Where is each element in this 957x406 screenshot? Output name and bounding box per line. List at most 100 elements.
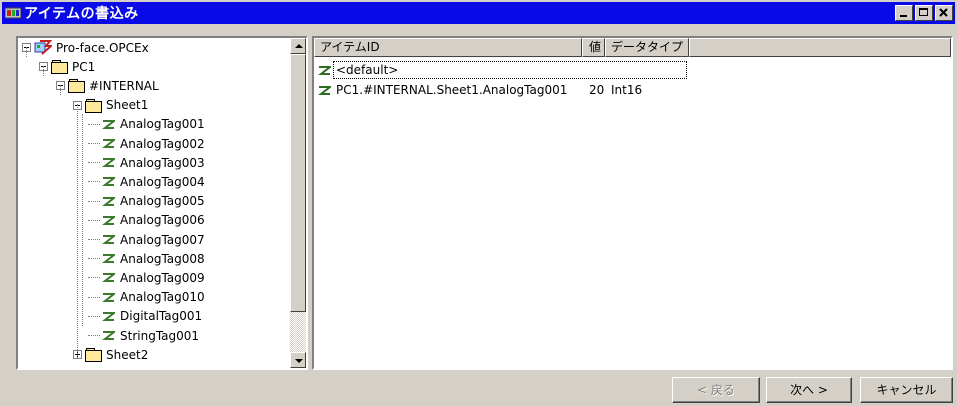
tag-icon [102, 311, 115, 321]
tree-connector [88, 315, 100, 317]
next-button[interactable]: 次へ > [766, 377, 852, 403]
tree-item[interactable]: Pro-face.OPCEx [22, 38, 149, 57]
write-items-dialog: アイテムの書込み Pro-face.OPCEx PC1 #INTERNAL Sheet… [0, 0, 957, 406]
minimize-icon [900, 15, 907, 17]
tag-icon [102, 215, 115, 225]
tree-item-label: AnalogTag003 [120, 155, 205, 170]
tree-scrollbar[interactable] [290, 38, 306, 368]
tree-connector [88, 219, 100, 221]
list-row[interactable]: <default> [318, 61, 398, 79]
folder-icon [68, 79, 85, 94]
tree-guide-line [60, 85, 61, 95]
tree-connector [88, 296, 100, 298]
tree-item-label: DigitalTag001 [120, 309, 203, 324]
tree-connector [88, 277, 100, 279]
tag-icon [102, 119, 115, 129]
tree-connector [88, 239, 100, 240]
tree-item-label: Sheet1 [106, 98, 149, 113]
column-header-data-type[interactable]: データタイプ [605, 38, 689, 57]
tree-item[interactable]: Sheet1 [73, 96, 148, 115]
tree-item-label: AnalogTag008 [120, 251, 205, 266]
scroll-down-button[interactable] [290, 352, 306, 368]
tree-guide-line [26, 47, 27, 57]
item-data-type: Int16 [611, 83, 643, 97]
tree-item-label: #INTERNAL [89, 78, 159, 93]
tree-item[interactable]: AnalogTag007 [88, 230, 205, 249]
tree-item-label: AnalogTag001 [120, 117, 205, 132]
maximize-button[interactable] [915, 5, 933, 21]
up-arrow-icon [295, 44, 303, 48]
tree-item[interactable]: DigitalTag001 [88, 307, 203, 326]
folder-icon [51, 60, 68, 75]
tree-item[interactable]: AnalogTag009 [88, 268, 205, 287]
tree-connector [88, 335, 100, 336]
tag-tree[interactable]: Pro-face.OPCEx PC1 #INTERNAL Sheet1 AnalogTa… [16, 36, 308, 370]
item-id: <default> [336, 63, 399, 77]
tree-item-label: StringTag001 [120, 328, 200, 343]
tree-item[interactable]: AnalogTag002 [88, 134, 205, 153]
tree-item[interactable]: AnalogTag003 [88, 153, 205, 172]
tree-item[interactable]: AnalogTag008 [88, 249, 205, 268]
tag-icon [102, 177, 115, 187]
tree-connector [88, 143, 100, 144]
column-header-value[interactable]: 値 [582, 38, 605, 57]
tree-guide-line [82, 114, 83, 326]
server-icon [34, 40, 52, 55]
tree-item-label: AnalogTag005 [120, 194, 205, 209]
tree-item[interactable]: AnalogTag005 [88, 192, 205, 211]
tag-icon [318, 85, 333, 96]
tree-connector [88, 200, 100, 202]
item-list[interactable]: アイテムID 値 データタイプ <default> PC1.#INTERNAL.… [312, 36, 953, 370]
tree-item[interactable]: AnalogTag001 [88, 115, 205, 134]
tree-item-label: AnalogTag010 [120, 290, 205, 305]
title-bar[interactable]: アイテムの書込み [2, 2, 955, 24]
tree-item[interactable]: AnalogTag010 [88, 288, 205, 307]
close-icon [939, 8, 948, 17]
scroll-thumb[interactable] [290, 54, 306, 312]
tree-item[interactable]: PC1 [39, 57, 95, 76]
tree-rows: Pro-face.OPCEx PC1 #INTERNAL Sheet1 AnalogTa… [18, 38, 290, 368]
tree-item-label: AnalogTag006 [120, 213, 205, 228]
window-title: アイテムの書込み [24, 6, 139, 22]
tree-item-label: PC1 [72, 59, 96, 74]
down-arrow-icon [295, 359, 303, 363]
back-button[interactable]: < 戻る [672, 377, 760, 403]
tree-item-label: AnalogTag009 [120, 270, 205, 285]
tag-icon [102, 292, 115, 302]
tag-icon [102, 273, 115, 283]
column-header-item-id[interactable]: アイテムID [314, 38, 582, 57]
tree-guide-line [77, 104, 78, 358]
list-row[interactable]: PC1.#INTERNAL.Sheet1.AnalogTag001 20 Int… [318, 81, 642, 99]
tree-item-label: Sheet2 [106, 347, 149, 362]
tree-connector [88, 258, 100, 260]
tree-item-label: AnalogTag004 [120, 174, 205, 189]
app-icon [4, 6, 22, 20]
tree-item[interactable]: Sheet2 [73, 345, 148, 364]
folder-icon [85, 348, 102, 363]
minimize-button[interactable] [895, 5, 913, 21]
item-value: 20 [589, 83, 605, 97]
close-button[interactable] [935, 5, 953, 21]
item-id: PC1.#INTERNAL.Sheet1.AnalogTag001 [336, 83, 568, 97]
tag-icon [102, 196, 115, 206]
tree-item[interactable]: #INTERNAL [56, 76, 159, 95]
tag-icon [318, 65, 333, 76]
tag-icon [102, 158, 115, 168]
tree-item[interactable]: AnalogTag006 [88, 211, 205, 230]
list-header: アイテムID 値 データタイプ [314, 38, 951, 57]
tree-item[interactable]: AnalogTag004 [88, 172, 205, 191]
tree-connector [88, 123, 100, 125]
tag-icon [102, 254, 115, 264]
maximize-icon [919, 8, 928, 16]
cancel-button[interactable]: キャンセル [860, 377, 953, 403]
tree-guide-line [43, 66, 44, 76]
column-header-filler [689, 38, 951, 57]
tree-connector [88, 181, 100, 183]
tag-icon [102, 139, 115, 148]
folder-icon [85, 98, 102, 113]
scroll-up-button[interactable] [290, 38, 306, 54]
tree-item[interactable]: StringTag001 [88, 326, 200, 345]
tree-item-label: Pro-face.OPCEx [56, 40, 149, 55]
tree-connector [88, 162, 100, 164]
tree-item-label: AnalogTag002 [120, 136, 205, 151]
